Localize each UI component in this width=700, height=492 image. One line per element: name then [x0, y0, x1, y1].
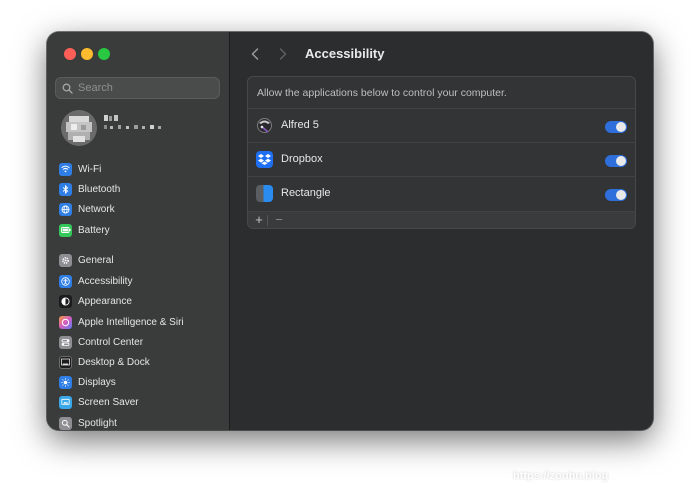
main-content: Accessibility Allow the applications bel…: [230, 32, 653, 430]
chevron-right-icon: [279, 48, 287, 60]
sidebar-item-control-center[interactable]: Control Center: [59, 333, 221, 351]
displays-icon: [59, 375, 72, 389]
sidebar-item-label: Desktop & Dock: [78, 356, 150, 368]
screen-saver-icon: [59, 395, 72, 409]
back-button[interactable]: [246, 46, 264, 62]
sidebar-item-appearance[interactable]: Appearance: [59, 292, 221, 310]
account-name[interactable]: [104, 115, 164, 135]
watermark: https://zouhu.blog: [513, 470, 609, 482]
alfred-toggle[interactable]: [605, 121, 627, 133]
control-center-icon: [59, 335, 72, 349]
sidebar-item-desktop-dock[interactable]: Desktop & Dock: [59, 353, 221, 371]
chevron-left-icon: [251, 48, 259, 60]
search-input[interactable]: [78, 80, 213, 96]
toggle-knob: [616, 156, 626, 166]
minimize-button[interactable]: [81, 48, 93, 60]
wifi-icon: [59, 162, 72, 176]
sidebar-item-bluetooth[interactable]: Bluetooth: [59, 180, 221, 198]
zoom-button[interactable]: [98, 48, 110, 60]
sidebar-item-label: General: [78, 254, 114, 266]
sidebar-item-label: Control Center: [78, 336, 144, 348]
sidebar-item-battery[interactable]: Battery: [59, 221, 221, 239]
sidebar-item-label: Battery: [78, 224, 110, 236]
sidebar-item-label: Screen Saver: [78, 396, 139, 408]
gear-icon: [59, 253, 72, 267]
sidebar-item-spotlight[interactable]: Spotlight: [59, 414, 221, 430]
sidebar-item-label: Appearance: [78, 295, 132, 307]
app-row-rectangle: Rectangle: [248, 176, 635, 210]
sidebar-item-label: Network: [78, 203, 115, 215]
sidebar-item-label: Displays: [78, 376, 116, 388]
close-button[interactable]: [64, 48, 76, 60]
sidebar-item-wifi[interactable]: Wi-Fi: [59, 160, 221, 178]
toggle-knob: [616, 190, 626, 200]
accessibility-icon: [59, 274, 72, 288]
app-row-alfred: Alfred 5: [248, 108, 635, 142]
footer-divider: [267, 215, 268, 226]
sidebar-item-general[interactable]: General: [59, 251, 221, 269]
spotlight-icon: [59, 416, 72, 430]
toggle-knob: [616, 122, 626, 132]
sidebar: Wi-Fi Bluetooth Network Battery Genera: [47, 32, 230, 430]
search-field[interactable]: [55, 77, 220, 99]
globe-icon: [59, 202, 72, 216]
accessibility-apps-panel: Allow the applications below to control …: [247, 76, 636, 229]
app-name: Rectangle: [281, 187, 331, 199]
rectangle-icon: [256, 185, 273, 202]
add-app-button[interactable]: +: [252, 213, 266, 227]
avatar[interactable]: [61, 110, 97, 146]
panel-footer: + −: [248, 211, 635, 228]
battery-icon: [59, 223, 72, 237]
siri-icon: [59, 315, 72, 329]
appearance-icon: [59, 294, 72, 308]
app-name: Dropbox: [281, 153, 323, 165]
rectangle-toggle[interactable]: [605, 189, 627, 201]
settings-window: Wi-Fi Bluetooth Network Battery Genera: [47, 32, 653, 430]
sidebar-item-screen-saver[interactable]: Screen Saver: [59, 393, 221, 411]
remove-app-button[interactable]: −: [272, 213, 286, 227]
sidebar-item-label: Bluetooth: [78, 183, 121, 195]
sidebar-item-network[interactable]: Network: [59, 200, 221, 218]
page-title: Accessibility: [305, 46, 385, 61]
app-row-dropbox: Dropbox: [248, 142, 635, 176]
dropbox-toggle[interactable]: [605, 155, 627, 167]
sidebar-item-label: Spotlight: [78, 417, 117, 429]
dropbox-icon: [256, 151, 273, 168]
sidebar-item-label: Wi-Fi: [78, 163, 102, 175]
sidebar-item-label: Accessibility: [78, 275, 133, 287]
panel-description: Allow the applications below to control …: [257, 87, 507, 99]
sidebar-item-displays[interactable]: Displays: [59, 373, 221, 391]
app-name: Alfred 5: [281, 119, 319, 131]
alfred-icon: [256, 117, 273, 134]
sidebar-item-label: Apple Intelligence & Siri: [78, 316, 184, 328]
search-icon: [62, 83, 73, 94]
dock-icon: [59, 355, 72, 369]
bluetooth-icon: [59, 182, 72, 196]
sidebar-item-apple-intelligence-siri[interactable]: Apple Intelligence & Siri: [59, 313, 221, 331]
forward-button[interactable]: [274, 46, 292, 62]
sidebar-item-accessibility[interactable]: Accessibility: [59, 272, 221, 290]
